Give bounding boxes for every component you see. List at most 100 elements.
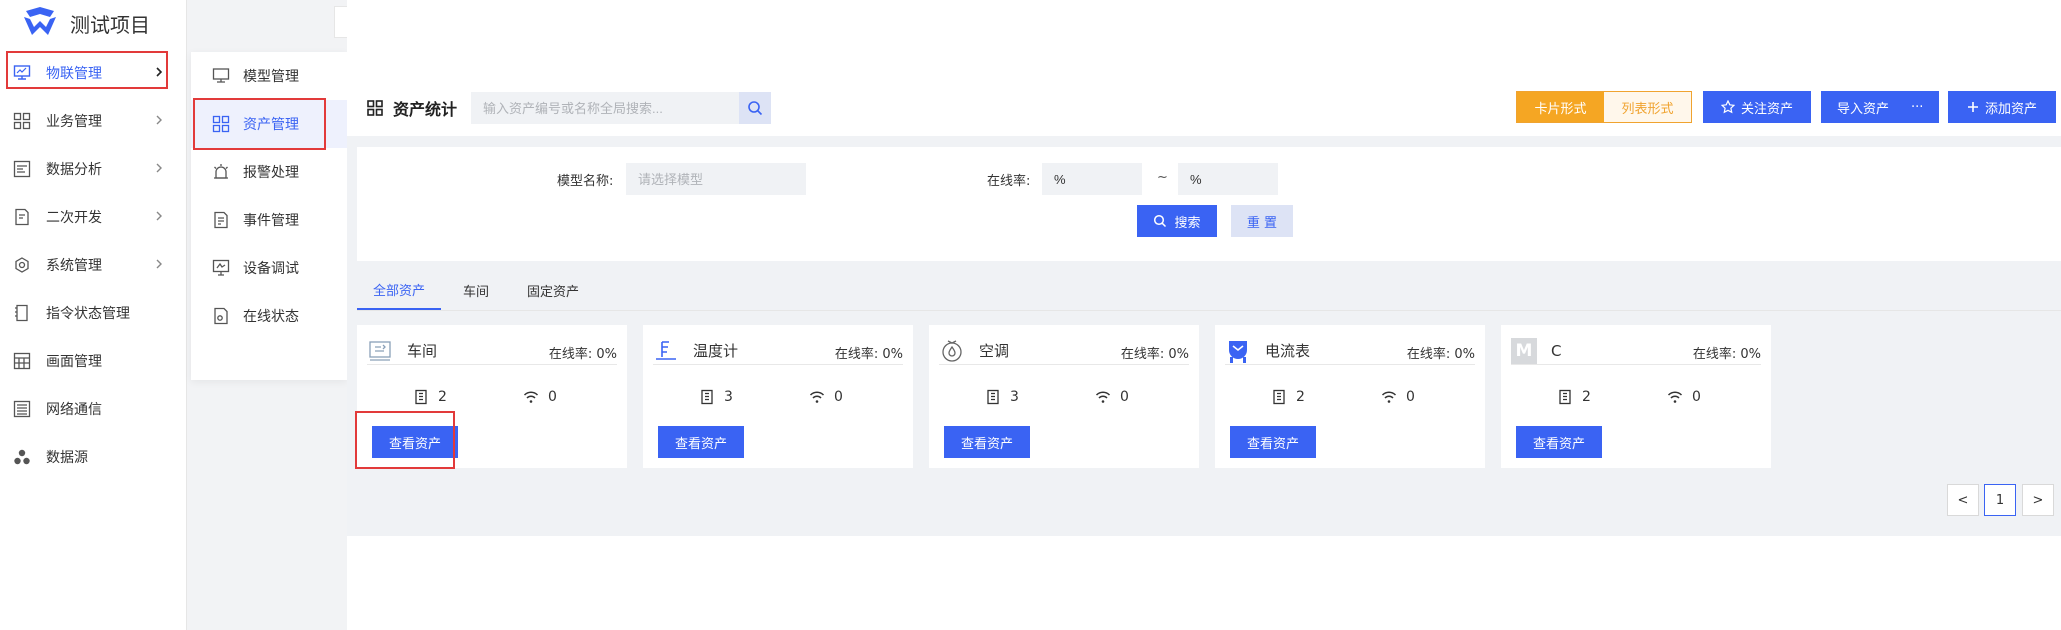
card-online-count: 0: [522, 388, 557, 406]
card-name: 空调: [979, 342, 1010, 360]
building-icon: [1556, 388, 1574, 406]
online-rate-min-input[interactable]: [1042, 163, 1142, 195]
monitor-icon: [211, 66, 231, 86]
thermometer-icon: [653, 338, 679, 364]
submenu-item-model[interactable]: 模型管理: [191, 52, 347, 100]
view-toggle: 卡片形式 列表形式: [1516, 91, 1692, 123]
list-lines-icon: [12, 399, 32, 419]
chevron-right-icon: [156, 211, 162, 221]
iot-monitor-icon: [12, 63, 32, 83]
grid-icon: [367, 100, 383, 116]
import-assets-label: 导入资产: [1837, 101, 1890, 117]
chevron-right-icon: [156, 259, 162, 269]
card-online-rate: 在线率: 0%: [834, 347, 903, 362]
view-assets-button[interactable]: 查看资产: [944, 426, 1030, 458]
tab-all-assets[interactable]: 全部资产: [357, 270, 442, 310]
global-search: [471, 92, 771, 124]
sidebar-item-label: 系统管理: [46, 258, 102, 274]
card-header: 空调 在线率: 0%: [939, 337, 1189, 365]
building-icon: [698, 388, 716, 406]
sidebar-item-label: 数据分析: [46, 162, 102, 178]
wifi-icon: [1094, 388, 1112, 406]
add-asset-button[interactable]: 添加资产: [1948, 91, 2056, 123]
pagination-prev[interactable]: <: [1947, 484, 1979, 516]
building-icon: [1270, 388, 1288, 406]
sidebar-item-datasource[interactable]: 数据源: [0, 433, 186, 481]
card-online-rate: 在线率: 0%: [1692, 347, 1761, 362]
card-name: 温度计: [693, 342, 739, 360]
code-doc-icon: [12, 207, 32, 227]
more-icon[interactable]: ···: [1911, 100, 1923, 115]
submenu-item-label: 资产管理: [243, 117, 299, 133]
sidebar-item-command-status[interactable]: 指令状态管理: [0, 289, 186, 337]
search-button[interactable]: [739, 92, 771, 124]
card-name: 电流表: [1265, 342, 1311, 360]
sidebar-item-label: 二次开发: [46, 210, 102, 226]
air-conditioner-icon: [939, 338, 965, 364]
card-asset-count: 3: [984, 388, 1019, 406]
sidebar-item-system[interactable]: 系统管理: [0, 241, 186, 289]
submenu-item-debug[interactable]: 设备调试: [191, 244, 347, 292]
sidebar-item-network[interactable]: 网络通信: [0, 385, 186, 433]
card-asset-count: 3: [698, 388, 733, 406]
collapse-tab[interactable]: [334, 6, 347, 38]
card-header: 电流表 在线率: 0%: [1225, 337, 1475, 365]
filter-search-button[interactable]: 搜索: [1137, 205, 1217, 237]
card-asset-count: 2: [1556, 388, 1591, 406]
chevron-right-icon: [156, 115, 162, 125]
command-doc-icon: [12, 303, 32, 323]
chevron-right-icon: [156, 163, 162, 173]
sidebar-item-label: 物联管理: [46, 66, 102, 82]
sidebar-item-label: 数据源: [46, 450, 88, 466]
wifi-icon: [1380, 388, 1398, 406]
view-card-button[interactable]: 卡片形式: [1517, 92, 1604, 122]
filter-reset-button[interactable]: 重 置: [1231, 205, 1293, 237]
add-asset-label: 添加资产: [1984, 101, 2037, 117]
sidebar-item-dev[interactable]: 二次开发: [0, 193, 186, 241]
view-assets-button[interactable]: 查看资产: [1230, 426, 1316, 458]
card-header: M C 在线率: 0%: [1511, 337, 1761, 365]
submenu-item-events[interactable]: 事件管理: [191, 196, 347, 244]
submenu-item-assets[interactable]: 资产管理: [191, 100, 347, 148]
global-search-input[interactable]: [471, 92, 739, 124]
submenu-item-alarm[interactable]: 报警处理: [191, 148, 347, 196]
card-online-count: 0: [1666, 388, 1701, 406]
tab-fixed-assets[interactable]: 固定资产: [511, 270, 595, 310]
asset-card: 车间 在线率: 0% 2 0 查看资产: [357, 325, 627, 468]
asset-card: M C 在线率: 0% 2 0 查看资产: [1501, 325, 1771, 468]
tabs-divider: [357, 310, 2061, 311]
card-header: 温度计 在线率: 0%: [653, 337, 903, 365]
pagination-next[interactable]: >: [2022, 484, 2054, 516]
sidebar-item-analysis[interactable]: 数据分析: [0, 145, 186, 193]
view-list-button[interactable]: 列表形式: [1604, 92, 1691, 122]
ammeter-icon: [1225, 338, 1251, 364]
logo[interactable]: 测试项目: [20, 5, 150, 41]
card-online-count: 0: [1380, 388, 1415, 406]
sidebar-item-label: 画面管理: [46, 354, 102, 370]
view-assets-button[interactable]: 查看资产: [372, 426, 458, 458]
pagination-page[interactable]: 1: [1984, 484, 2016, 516]
view-assets-button[interactable]: 查看资产: [1516, 426, 1602, 458]
grid-icon: [12, 111, 32, 131]
star-icon: [1720, 100, 1735, 114]
sidebar-item-iot[interactable]: 物联管理: [0, 49, 186, 97]
card-online-count: 0: [1094, 388, 1129, 406]
filter-search-label: 搜索: [1174, 215, 1201, 231]
sidebar: 测试项目 物联管理 业务管理 数据分析 二次开发 系统管理 指令状态管理 画面管…: [0, 0, 186, 630]
alarm-icon: [211, 162, 231, 182]
submenu-item-online[interactable]: 在线状态: [191, 292, 347, 340]
card-online-rate: 在线率: 0%: [1406, 347, 1475, 362]
sidebar-item-business[interactable]: 业务管理: [0, 97, 186, 145]
main-content: 资产统计 卡片形式 列表形式 关注资产 导入资产 ··· 添加资产 模型名称: …: [347, 0, 2061, 630]
online-rate-max-input[interactable]: [1178, 163, 1278, 195]
sidebar-item-screen[interactable]: 画面管理: [0, 337, 186, 385]
view-assets-button[interactable]: 查看资产: [658, 426, 744, 458]
import-assets-button[interactable]: 导入资产 ···: [1821, 91, 1939, 123]
model-select[interactable]: [626, 163, 806, 195]
model-label: 模型名称:: [557, 174, 614, 189]
gear-icon: [12, 255, 32, 275]
follow-assets-button[interactable]: 关注资产: [1703, 91, 1811, 123]
submenu-item-label: 设备调试: [243, 261, 299, 277]
tab-workshop[interactable]: 车间: [447, 270, 505, 310]
card-asset-count: 2: [412, 388, 447, 406]
